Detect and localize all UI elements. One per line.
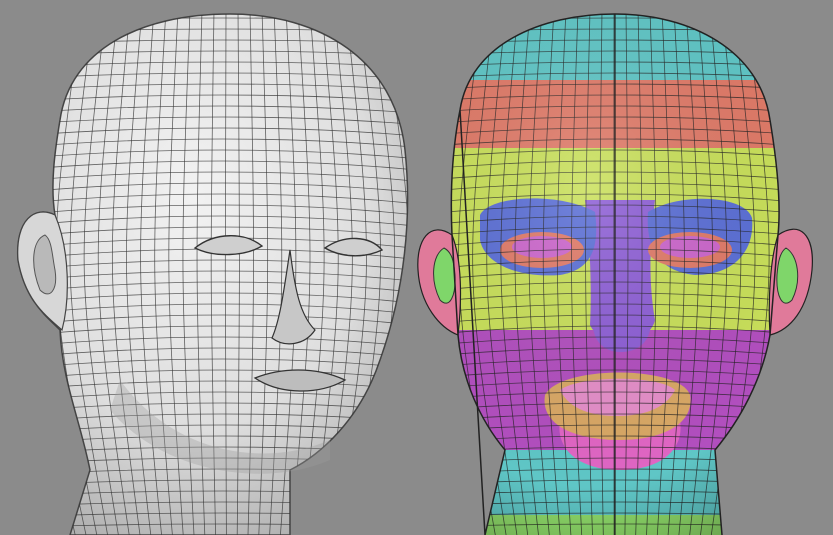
mesh-line-horizontal [10, 7, 420, 10]
grey-wireframe-head [10, 7, 420, 535]
head-topology-render [10, 7, 820, 535]
comparison-image [0, 0, 833, 535]
mesh-line-horizontal [410, 7, 820, 10]
color-zoned-head [410, 7, 820, 535]
